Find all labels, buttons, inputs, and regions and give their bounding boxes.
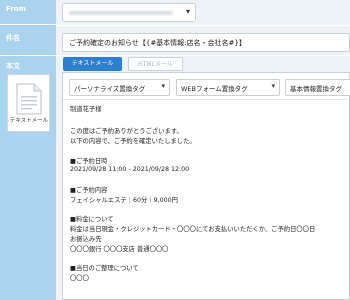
body-line: 以下の内容で、ご予約を確定いたしました。	[70, 138, 196, 145]
body-line: フェイシャルエステ｜60分｜9,000円	[70, 197, 178, 204]
basic-info-tag-select[interactable]: 基本情報置換タグ	[285, 79, 350, 96]
sidebar-divider	[0, 55, 56, 56]
basic-info-tag-label: 基本情報置換タグ	[290, 85, 342, 93]
webform-tag-select[interactable]: WEBフォーム置換タグ ▾	[176, 79, 280, 96]
subject-input[interactable]: ご予約確定のお知らせ【{#基本情報:店名・会社名#}】	[62, 33, 350, 52]
body-line: ■当日のご整理について	[70, 265, 139, 272]
body-line: 〇〇〇銀行 〇〇〇支店 普通〇〇〇	[70, 246, 169, 253]
chevron-down-icon: ▾	[185, 7, 190, 16]
personalize-tag-select[interactable]: パーソナライズ置換タグ ▾	[69, 79, 170, 96]
tab-text-mail[interactable]: テキストメール	[63, 57, 122, 71]
from-address-blurred	[69, 11, 173, 15]
attachment-label: テキストメール	[9, 118, 49, 124]
personalize-tag-label: パーソナライズ置換タグ	[74, 85, 146, 93]
tab-html-mail[interactable]: HTMLメール	[128, 57, 183, 71]
sidebar	[0, 0, 56, 300]
row-divider	[56, 25, 350, 26]
body-line: 〇〇〇	[70, 275, 89, 282]
sidebar-divider	[0, 24, 56, 25]
body-line: 料金は当日現金・クレジットカード・〇〇〇にてお支払いいただくか、ご予約日〇〇日	[70, 226, 316, 233]
chevron-down-icon: ▾	[271, 82, 275, 90]
webform-tag-label: WEBフォーム置換タグ	[181, 85, 248, 93]
body-line: 制道花子様	[70, 106, 102, 113]
chevron-down-icon: ▾	[161, 82, 165, 90]
from-label: From	[6, 5, 26, 13]
subject-label: 件名	[6, 34, 20, 42]
body-line: お振込み先	[70, 236, 102, 243]
body-editor[interactable]: パーソナライズ置換タグ ▾ WEBフォーム置換タグ ▾ 基本情報置換タグ 制道花…	[62, 72, 350, 300]
body-line: 2021/09/28 11:00 - 2021/09/28 12:00	[70, 166, 190, 173]
body-line: ■ご予約日時	[70, 158, 108, 165]
body-label: 本文	[6, 62, 20, 70]
editor-toolbar: パーソナライズ置換タグ ▾ WEBフォーム置換タグ ▾ 基本情報置換タグ	[63, 73, 350, 100]
document-icon	[16, 83, 42, 119]
body-line: この度はご予約ありがとうございます。	[70, 128, 183, 135]
from-select[interactable]: ▾	[62, 3, 196, 22]
text-mail-attachment-card[interactable]: テキストメール	[7, 74, 50, 132]
body-line: ■ご予約内容	[70, 187, 108, 194]
row-divider	[56, 55, 350, 56]
body-line: ■料金について	[70, 216, 114, 223]
